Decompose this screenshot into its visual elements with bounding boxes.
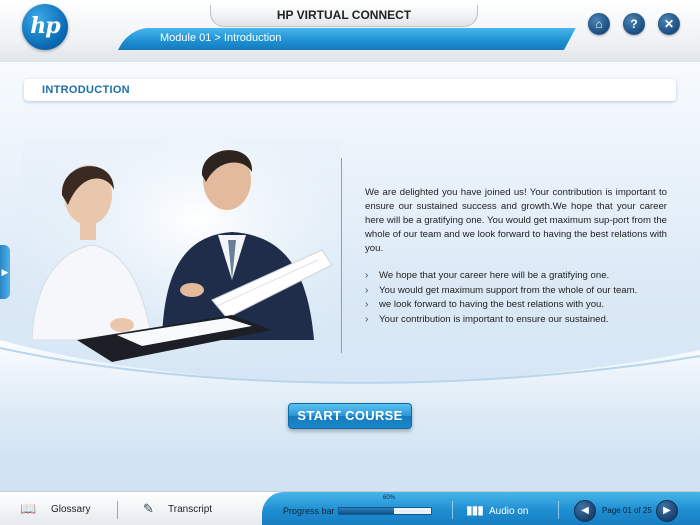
bullet-item: › we look forward to having the best rel… [365, 298, 667, 313]
bullet-item: › Your contribution is important to ensu… [365, 313, 667, 328]
section-heading-bar: INTRODUCTION [24, 79, 676, 101]
footer-divider [452, 501, 453, 519]
progress-label: Progress bar [283, 506, 335, 516]
audio-icon[interactable]: ▮▮▮ [466, 503, 484, 517]
home-button[interactable]: ⌂ [588, 13, 610, 35]
prev-page-button[interactable]: ◀ [574, 500, 596, 522]
help-button[interactable]: ? [623, 13, 645, 35]
audio-toggle[interactable]: Audio on [489, 506, 528, 517]
intro-paragraph: We are delighted you have joined us! You… [365, 187, 667, 254]
chevron-right-icon: ▶ [1, 267, 9, 277]
intro-bullet-list: › We hope that your career here will be … [365, 269, 667, 327]
side-menu-toggle[interactable]: ▶ [0, 245, 10, 299]
hp-logo: hp [22, 4, 68, 50]
content-divider [341, 158, 342, 353]
bullet-item: › We hope that your career here will be … [365, 269, 667, 284]
glossary-book-icon[interactable]: 📖 [20, 501, 36, 517]
footer-bar: 📖 Glossary ✎ Transcript Progress bar 60%… [0, 491, 700, 525]
intro-content: We are delighted you have joined us! You… [365, 186, 667, 327]
section-heading: INTRODUCTION [42, 84, 130, 96]
progress-bar [338, 507, 432, 515]
help-icon: ? [630, 17, 638, 31]
transcript-icon[interactable]: ✎ [143, 501, 154, 517]
home-icon: ⌂ [595, 17, 603, 31]
chevron-right-icon: › [365, 299, 369, 310]
footer-left-panel [0, 492, 272, 525]
chevron-right-icon: › [365, 270, 369, 281]
progress-percent: 60% [383, 495, 396, 501]
arrow-right-icon: ▶ [663, 505, 671, 516]
header-bar: hp Module 01 > Introduction HP VIRTUAL C… [0, 0, 700, 62]
footer-divider [117, 501, 118, 519]
close-icon: ✕ [663, 17, 675, 31]
app-title: HP VIRTUAL CONNECT [210, 5, 478, 27]
footer-divider [558, 501, 559, 519]
chevron-right-icon: › [365, 284, 369, 296]
start-course-button[interactable]: START COURSE [288, 403, 412, 429]
arrow-left-icon: ◀ [581, 505, 589, 516]
close-button[interactable]: ✕ [658, 13, 680, 35]
page-indicator: Page 01 of 25 [602, 506, 652, 515]
chevron-right-icon: › [365, 313, 369, 325]
next-page-button[interactable]: ▶ [656, 500, 678, 522]
progress-bar-fill [339, 508, 395, 514]
glossary-button[interactable]: Glossary [51, 504, 90, 515]
bullet-item: › You would get maximum support from the… [365, 284, 667, 299]
course-window: hp Module 01 > Introduction HP VIRTUAL C… [0, 0, 700, 525]
team-photo [22, 140, 340, 368]
breadcrumb: Module 01 > Introduction [160, 32, 282, 44]
transcript-button[interactable]: Transcript [168, 504, 212, 515]
